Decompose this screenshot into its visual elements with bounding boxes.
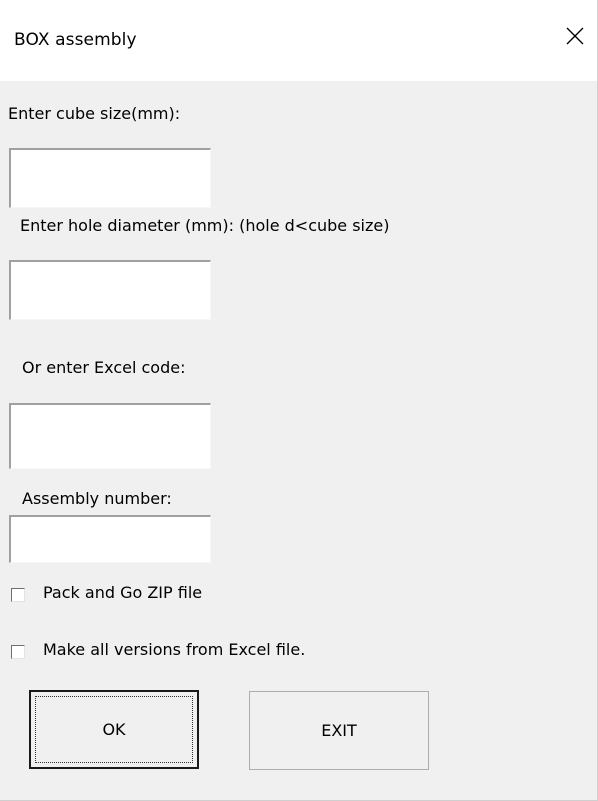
cube-size-input[interactable] bbox=[9, 148, 211, 208]
hole-diameter-label: Enter hole diameter (mm): (hole d<cube s… bbox=[20, 216, 390, 235]
assembly-number-input[interactable] bbox=[9, 515, 211, 563]
excel-code-input[interactable] bbox=[9, 403, 211, 469]
make-all-versions-checkbox[interactable] bbox=[11, 645, 25, 659]
pack-and-go-label[interactable]: Pack and Go ZIP file bbox=[43, 583, 202, 602]
hole-diameter-input[interactable] bbox=[9, 260, 211, 320]
close-icon bbox=[566, 27, 584, 45]
focus-rectangle bbox=[35, 696, 193, 763]
excel-code-label: Or enter Excel code: bbox=[22, 358, 186, 377]
ok-button[interactable]: OK bbox=[29, 690, 199, 769]
box-assembly-dialog: BOX assembly Enter cube size(mm): Enter … bbox=[0, 0, 598, 801]
window-title: BOX assembly bbox=[14, 30, 137, 50]
cube-size-label: Enter cube size(mm): bbox=[8, 104, 181, 123]
exit-button[interactable]: EXIT bbox=[249, 691, 429, 770]
assembly-number-label: Assembly number: bbox=[22, 489, 172, 508]
close-button[interactable] bbox=[553, 16, 597, 56]
pack-and-go-checkbox[interactable] bbox=[11, 588, 25, 602]
title-bar: BOX assembly bbox=[0, 0, 597, 81]
make-all-versions-label[interactable]: Make all versions from Excel file. bbox=[43, 640, 305, 659]
